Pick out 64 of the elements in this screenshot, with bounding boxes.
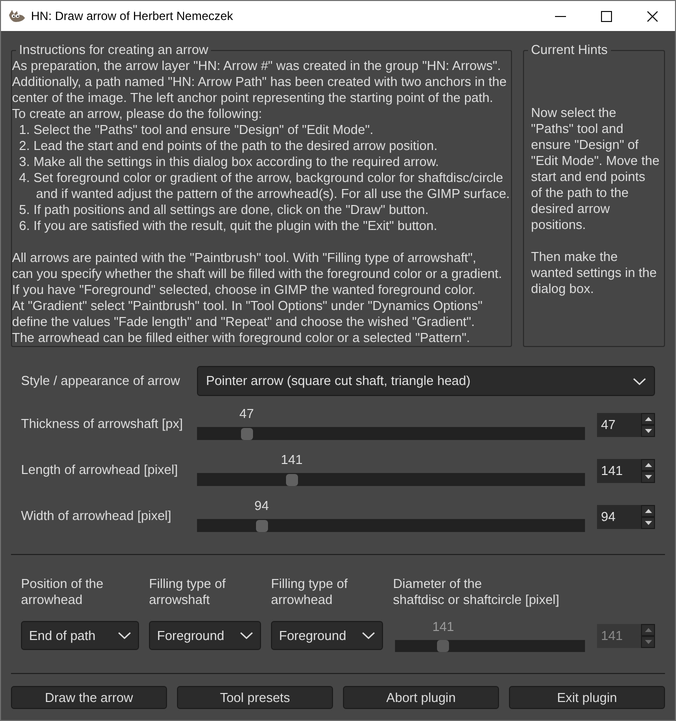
triangle-down-icon (644, 521, 652, 525)
field-label: Filling type of arrowhead (271, 576, 349, 608)
field-label: Filling type of arrowshaft (149, 576, 227, 608)
triangle-up-icon (644, 628, 652, 632)
number-field[interactable]: 94 (597, 505, 641, 529)
spin-up-button[interactable] (641, 459, 655, 471)
panel-title: Instructions for creating an arrow (18, 42, 210, 58)
slider-value: 141 (432, 619, 454, 635)
slider-thumb[interactable] (286, 474, 298, 486)
hint-text: Now select the "Paths" tool and ensure "Design" of "Edit Mode". Move the start and end points of the path to the desired arrow positions. (531, 105, 660, 233)
field-label: Style / appearance of arrow (21, 373, 181, 389)
slider-thumb[interactable] (240, 428, 253, 440)
dialog-button[interactable]: Tool presets (177, 686, 333, 709)
slider-track[interactable] (197, 473, 585, 486)
dropdown[interactable]: End of path (21, 621, 139, 650)
chevron-down-icon (118, 632, 131, 639)
close-icon (646, 10, 658, 22)
step-text: 5. If path positions and all settings are done, click on the "Draw" button. (18, 202, 430, 218)
triangle-up-icon (644, 509, 652, 513)
spin-up-button[interactable] (641, 505, 655, 517)
window-title: HN: Draw arrow of Herbert Nemeczek (31, 8, 234, 24)
step-text: 3. Make all the settings in this dialog box according to the required arrow. (18, 154, 440, 170)
dropdown[interactable]: Foreground (271, 621, 383, 650)
spin-down-button[interactable] (641, 471, 655, 483)
triangle-down-icon (644, 640, 652, 644)
slider-track[interactable] (197, 519, 585, 532)
slider-thumb[interactable] (256, 520, 268, 532)
field-label: Position of the arrowhead (21, 576, 104, 608)
instructions-text: As preparation, the arrow layer "HN: Arrow #" was created in the group "HN: Arrows". Additionally, a path named "HN: Arrow Path" has been created with two anchors in the center of the image. The left anchor point representing the starting point of the path. To create an arrow, please do the following: (12, 58, 508, 122)
chevron-down-icon (633, 378, 646, 384)
triangle-up-icon (644, 417, 652, 421)
slider-track[interactable] (197, 427, 585, 440)
triangle-up-icon (644, 463, 652, 467)
triangle-down-icon (644, 429, 652, 433)
hint-text: Then make the wanted settings in the dialog box. (531, 249, 658, 297)
slider-value: 94 (254, 498, 269, 514)
chevron-down-icon (240, 632, 253, 639)
spin-down-button[interactable] (641, 425, 655, 437)
field-label: Length of arrowhead [pixel] (21, 462, 179, 478)
spin-up-button[interactable] (641, 413, 655, 425)
step-text: 6. If you are satisfied with the result, quit the plugin with the "Exit" button. (18, 218, 438, 234)
dropdown[interactable]: Foreground (149, 621, 261, 650)
dialog-button[interactable]: Exit plugin (509, 686, 665, 709)
chevron-down-icon (362, 632, 375, 639)
slider-value: 47 (239, 406, 254, 422)
number-field[interactable]: 141 (597, 459, 641, 483)
dialog-button[interactable]: Abort plugin (343, 686, 499, 709)
triangle-down-icon (644, 475, 652, 479)
step-text: 4. Set foreground color or gradient of the arrow, background color for shaftdisc/circle and if wanted adjust the pattern of the arrowhead(s). For all use the GIMP surface. (18, 170, 511, 202)
field-label: Diameter of the shaftdisc or shaftcircle [pixel] (393, 576, 560, 608)
mascot-icon (8, 9, 26, 23)
field-label: Thickness of arrowshaft [px] (21, 416, 184, 432)
maximize-icon (600, 10, 612, 22)
step-text: 1. Select the "Paths" tool and ensure "Design" of "Edit Mode". (18, 122, 374, 138)
dialog-button[interactable]: Draw the arrow (11, 686, 167, 709)
slider-track[interactable] (395, 640, 585, 652)
spin-down-button[interactable] (641, 517, 655, 529)
number-field[interactable]: 47 (597, 413, 641, 437)
panel-title: Current Hints (530, 42, 609, 58)
instructions-text: All arrows are painted with the "Paintbrush" tool. With "Filling type of arrowshaft", can you specify whether the shaft will be filled with the foreground color or a gradient. If you have "Foreground" selected, choose in GIMP the wanted foreground color. At "Gradient" select "Paintbrush" tool. In "Tool Options" under "Dynamics Options" define the values "Fade length" and "Repeat" and choose the wished "Gradient". The arrowhead can be filled either with foreground color or a selected "Pattern". (12, 250, 503, 346)
field-label: Width of arrowhead [pixel] (21, 508, 172, 524)
slider-value: 141 (280, 452, 303, 468)
style-dropdown[interactable]: Pointer arrow (square cut shaft, triangle head) (197, 366, 655, 396)
step-text: 2. Lead the start and end points of the path to the desired arrow position. (18, 138, 438, 154)
